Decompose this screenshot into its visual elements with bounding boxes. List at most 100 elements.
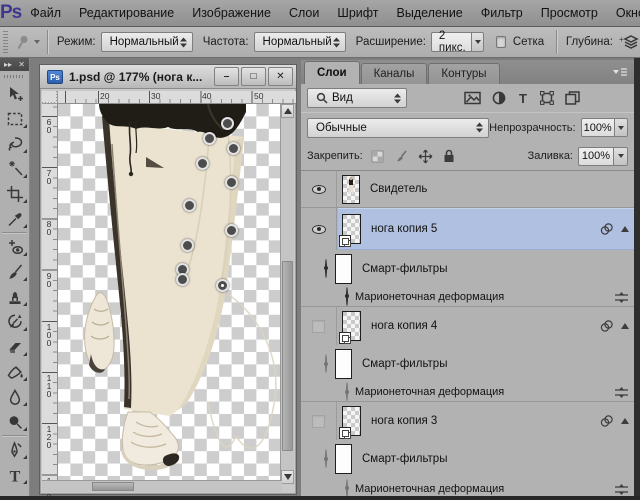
tool-blur[interactable] <box>0 384 30 409</box>
minimize-button[interactable]: – <box>214 67 239 86</box>
filter-pixel-layers-icon[interactable] <box>464 91 481 105</box>
visibility-toggle[interactable] <box>346 383 348 401</box>
scroll-up-arrow[interactable] <box>281 104 294 118</box>
mode-dropdown[interactable]: Нормальный <box>101 32 193 52</box>
opacity-dropdown-button[interactable] <box>615 118 628 137</box>
tab-channels[interactable]: Каналы <box>361 63 428 84</box>
layer-row-noga-kopiya-3[interactable]: нога копия 3 <box>301 402 634 440</box>
menu-filter[interactable]: Фильтр <box>472 0 532 26</box>
lock-all-icon[interactable] <box>443 149 455 163</box>
menu-file[interactable]: Файл <box>21 0 70 26</box>
tool-red-eye[interactable] <box>0 234 30 259</box>
puppet-pin[interactable] <box>196 157 209 170</box>
tool-clone-stamp[interactable] <box>0 284 30 309</box>
puppet-warp-row[interactable]: Марионеточная деформация <box>301 383 634 402</box>
smart-filter-circles-icon[interactable] <box>599 414 615 428</box>
menu-edit[interactable]: Редактирование <box>70 0 183 26</box>
puppet-pin-selected[interactable] <box>216 279 229 292</box>
menu-type[interactable]: Шрифт <box>328 0 387 26</box>
filter-smart-objects-icon[interactable] <box>565 91 580 105</box>
visibility-toggle[interactable] <box>325 260 327 278</box>
options-grip[interactable] <box>3 31 8 53</box>
tool-eyedropper[interactable] <box>0 206 30 231</box>
tool-dodge[interactable] <box>0 409 30 434</box>
smart-object-thumbnail[interactable] <box>342 214 361 244</box>
lock-position-move-icon[interactable] <box>418 149 433 164</box>
filter-blend-options-icon[interactable] <box>614 483 629 495</box>
visibility-toggle[interactable] <box>325 355 327 373</box>
toolbar-grip[interactable] <box>4 73 25 79</box>
vertical-scroll-thumb[interactable] <box>282 261 293 451</box>
filter-shape-layers-icon[interactable] <box>540 91 554 105</box>
tool-brush[interactable] <box>0 259 30 284</box>
tool-lasso[interactable] <box>0 131 30 156</box>
document-title-bar[interactable]: Ps 1.psd @ 177% (нога к... – □ ✕ <box>40 65 296 89</box>
smart-filter-circles-icon[interactable] <box>599 222 615 236</box>
visibility-toggle[interactable] <box>301 171 337 207</box>
opacity-value[interactable]: 100% <box>581 118 615 137</box>
menu-window[interactable]: Окно <box>607 0 640 26</box>
layer-row-svidetel[interactable]: Свидетель <box>301 171 634 208</box>
tab-paths[interactable]: Контуры <box>428 63 499 84</box>
lock-transparency-icon[interactable] <box>371 150 384 163</box>
filter-blend-options-icon[interactable] <box>614 291 629 303</box>
smart-filters-row[interactable]: Смарт-фильтры <box>301 440 634 478</box>
filter-mask-thumbnail[interactable] <box>335 349 352 379</box>
menu-image[interactable]: Изображение <box>183 0 280 26</box>
horizontal-scrollbar[interactable] <box>42 480 282 492</box>
filter-adjustment-layers-icon[interactable] <box>492 91 506 105</box>
grid-checkbox[interactable] <box>496 36 505 48</box>
pin-depth-icon[interactable]: + <box>618 33 640 51</box>
toolbar-collapse-icon[interactable]: ▸▸ <box>4 60 12 69</box>
layer-row-noga-kopiya-4[interactable]: нога копия 4 <box>301 307 634 345</box>
tool-preset-arrow[interactable] <box>34 40 40 44</box>
expansion-field[interactable]: 2 пикс. <box>431 32 472 52</box>
visibility-toggle[interactable] <box>346 288 348 306</box>
puppet-pin[interactable] <box>203 132 216 145</box>
expansion-dropdown-button[interactable] <box>472 32 485 52</box>
tool-pen[interactable] <box>0 437 30 462</box>
filter-mask-thumbnail[interactable] <box>335 254 352 284</box>
smart-filters-row[interactable]: Смарт-фильтры <box>301 250 634 287</box>
menu-select[interactable]: Выделение <box>388 0 472 26</box>
menu-view[interactable]: Просмотр <box>532 0 607 26</box>
blend-mode-dropdown[interactable]: Обычные <box>307 118 489 138</box>
filter-type-layers-icon[interactable]: T <box>517 91 529 105</box>
toolbar-close-icon[interactable]: ✕ <box>18 60 25 69</box>
filter-type-dropdown[interactable]: Вид <box>307 88 407 108</box>
canvas[interactable] <box>58 104 282 484</box>
panel-menu-icon[interactable] <box>612 66 628 78</box>
tool-history-brush[interactable] <box>0 309 30 334</box>
puppet-pin[interactable] <box>176 273 189 286</box>
visibility-toggle[interactable] <box>325 450 327 468</box>
visibility-toggle[interactable] <box>346 480 348 498</box>
lock-pixels-brush-icon[interactable] <box>394 149 408 163</box>
tool-paint-bucket[interactable] <box>0 359 30 384</box>
collapse-triangle-icon[interactable] <box>621 418 629 424</box>
horizontal-scroll-thumb[interactable] <box>92 482 134 491</box>
tool-type[interactable]: T <box>0 462 30 487</box>
tab-layers[interactable]: Слои <box>304 61 360 84</box>
vertical-scrollbar[interactable] <box>280 104 294 484</box>
menu-layers[interactable]: Слои <box>280 0 328 26</box>
fill-dropdown-button[interactable] <box>614 147 628 166</box>
puppet-warp-row[interactable]: Марионеточная деформация <box>301 287 634 307</box>
visibility-toggle[interactable] <box>301 402 337 440</box>
close-button[interactable]: ✕ <box>268 67 293 86</box>
smart-object-thumbnail[interactable] <box>342 406 361 436</box>
smart-filters-row[interactable]: Смарт-фильтры <box>301 345 634 383</box>
layer-thumbnail[interactable] <box>342 175 360 204</box>
puppet-pin[interactable] <box>227 142 240 155</box>
collapse-triangle-icon[interactable] <box>621 323 629 329</box>
smart-object-thumbnail[interactable] <box>342 311 361 341</box>
maximize-button[interactable]: □ <box>241 67 266 86</box>
scroll-down-arrow[interactable] <box>281 470 294 484</box>
smart-filter-circles-icon[interactable] <box>599 319 615 333</box>
puppet-pin[interactable] <box>225 224 238 237</box>
tool-eraser[interactable] <box>0 334 30 359</box>
tool-quick-selection[interactable] <box>0 156 30 181</box>
visibility-toggle[interactable] <box>301 208 337 250</box>
puppet-pin[interactable] <box>221 117 234 130</box>
collapse-triangle-icon[interactable] <box>621 226 629 232</box>
visibility-toggle[interactable] <box>301 307 337 345</box>
